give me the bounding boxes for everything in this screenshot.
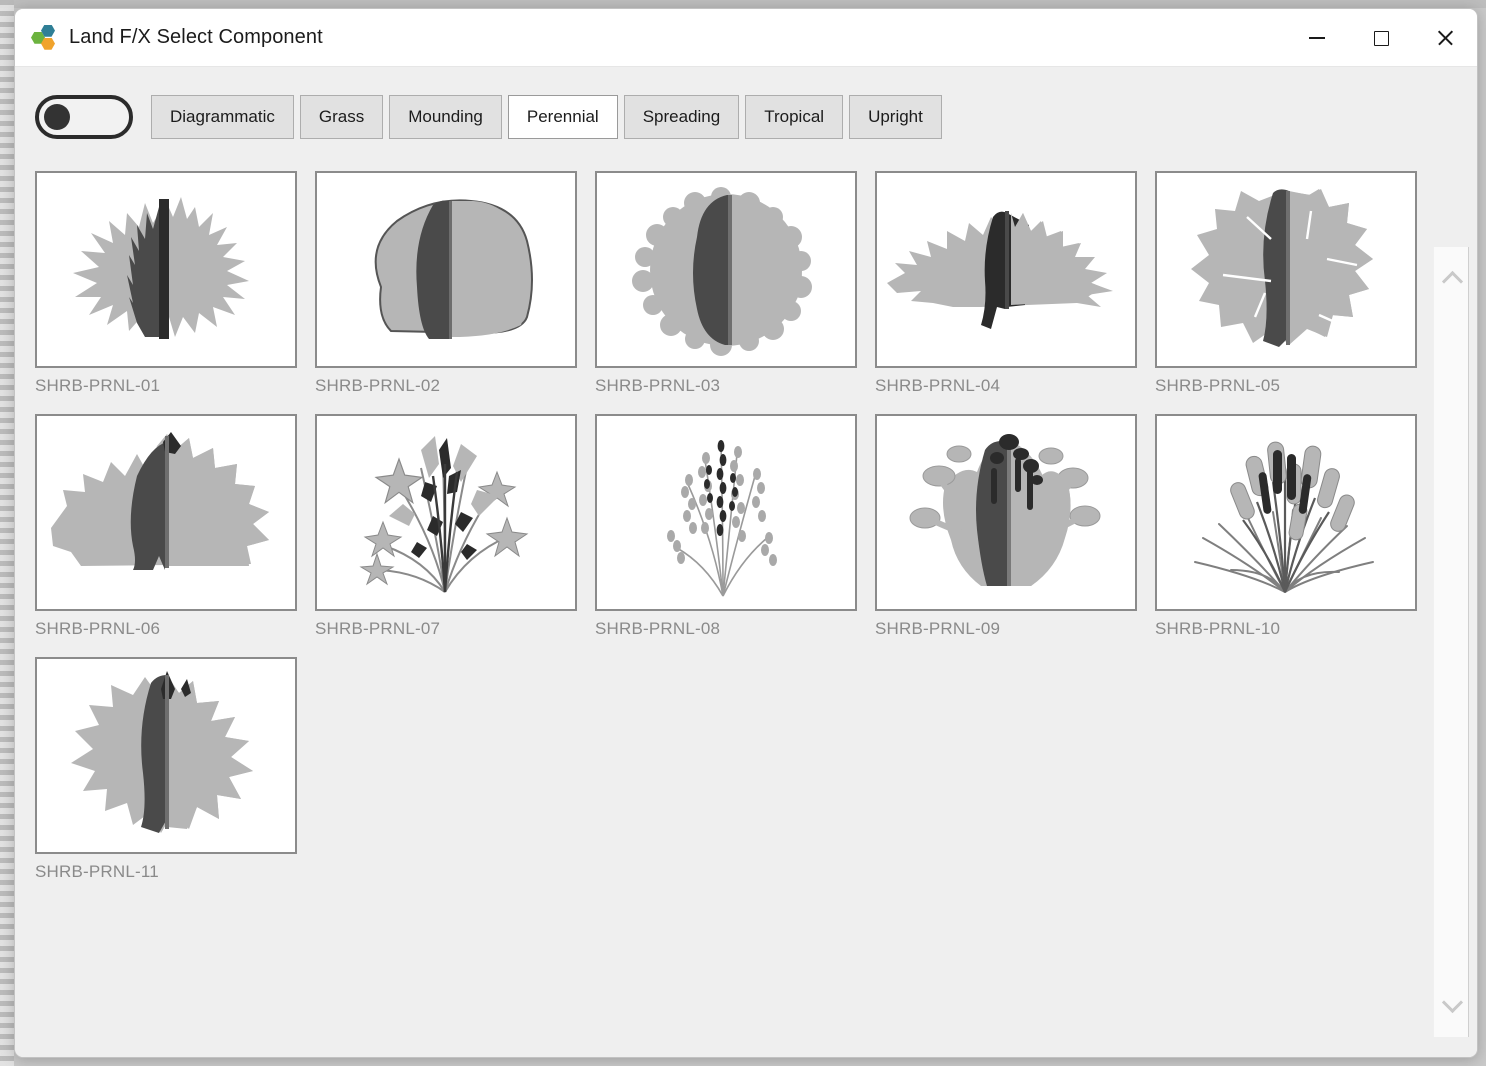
component-cell: SHRB-PRNL-11 <box>35 657 297 882</box>
select-component-window: Land F/X Select Component Diagrammatic G… <box>14 8 1478 1058</box>
scroll-down-button[interactable] <box>1434 985 1470 1025</box>
component-cell: SHRB-PRNL-06 <box>35 414 297 639</box>
component-cell: SHRB-PRNL-04 <box>875 171 1137 396</box>
component-label-09: SHRB-PRNL-09 <box>875 619 1001 638</box>
window-controls <box>1285 9 1477 67</box>
vertical-scrollbar[interactable] <box>1433 247 1469 1037</box>
tab-grass[interactable]: Grass <box>299 95 384 139</box>
close-icon <box>1436 29 1454 47</box>
component-label-04: SHRB-PRNL-04 <box>875 376 1001 395</box>
component-thumbnail-10[interactable] <box>1155 414 1417 611</box>
component-thumbnail-07[interactable] <box>315 414 577 611</box>
maximize-button[interactable] <box>1349 9 1413 67</box>
component-thumbnail-08[interactable] <box>595 414 857 611</box>
component-label-11: SHRB-PRNL-11 <box>35 862 159 881</box>
component-label-03: SHRB-PRNL-03 <box>595 376 721 395</box>
component-cell: SHRB-PRNL-08 <box>595 414 857 639</box>
component-cell: SHRB-PRNL-07 <box>315 414 577 639</box>
component-label-06: SHRB-PRNL-06 <box>35 619 161 638</box>
component-thumbnail-02[interactable] <box>315 171 577 368</box>
maximize-icon <box>1373 30 1389 46</box>
scroll-up-button[interactable] <box>1434 259 1470 299</box>
component-cell: SHRB-PRNL-05 <box>1155 171 1417 396</box>
component-thumbnail-06[interactable] <box>35 414 297 611</box>
component-label-02: SHRB-PRNL-02 <box>315 376 441 395</box>
component-cell: SHRB-PRNL-02 <box>315 171 577 396</box>
component-grid-scroll-region: SHRB-PRNL-01 SHRB-PRNL-02 SHRB-PRNL-03 S… <box>35 171 1439 1031</box>
component-label-08: SHRB-PRNL-08 <box>595 619 721 638</box>
tab-upright[interactable]: Upright <box>849 95 942 139</box>
close-button[interactable] <box>1413 9 1477 67</box>
tab-spreading[interactable]: Spreading <box>623 95 740 139</box>
tab-diagrammatic[interactable]: Diagrammatic <box>151 95 294 139</box>
content-area: Diagrammatic Grass Mounding Perennial Sp… <box>15 67 1477 1057</box>
component-thumbnail-11[interactable] <box>35 657 297 854</box>
component-thumbnail-01[interactable] <box>35 171 297 368</box>
chevron-up-icon <box>1441 270 1463 293</box>
component-label-10: SHRB-PRNL-10 <box>1155 619 1281 638</box>
component-cell: SHRB-PRNL-10 <box>1155 414 1417 639</box>
title-bar[interactable]: Land F/X Select Component <box>15 9 1477 67</box>
backdrop-top-edge <box>0 0 1486 8</box>
component-thumbnail-03[interactable] <box>595 171 857 368</box>
component-thumbnail-05[interactable] <box>1155 171 1417 368</box>
backdrop-left-strip <box>0 0 14 1066</box>
window-title: Land F/X Select Component <box>69 26 323 48</box>
component-cell: SHRB-PRNL-09 <box>875 414 1137 639</box>
landfx-hexagons-logo-icon <box>31 24 57 51</box>
chevron-down-icon <box>1441 991 1463 1014</box>
toggle-knob-icon <box>44 104 70 130</box>
component-label-05: SHRB-PRNL-05 <box>1155 376 1281 395</box>
tab-mounding[interactable]: Mounding <box>389 95 502 139</box>
component-cell: SHRB-PRNL-03 <box>595 171 857 396</box>
component-thumbnail-04[interactable] <box>875 171 1137 368</box>
component-thumbnail-09[interactable] <box>875 414 1137 611</box>
component-cell: SHRB-PRNL-01 <box>35 171 297 396</box>
category-tab-strip: Diagrammatic Grass Mounding Perennial Sp… <box>151 95 942 139</box>
component-label-07: SHRB-PRNL-07 <box>315 619 441 638</box>
mode-toggle-switch[interactable] <box>35 95 133 139</box>
tab-perennial[interactable]: Perennial <box>507 95 618 139</box>
tab-tropical[interactable]: Tropical <box>745 95 844 139</box>
component-grid: SHRB-PRNL-01 SHRB-PRNL-02 SHRB-PRNL-03 S… <box>35 171 1439 882</box>
minimize-button[interactable] <box>1285 9 1349 67</box>
minimize-icon <box>1309 37 1325 39</box>
toolbar: Diagrammatic Grass Mounding Perennial Sp… <box>15 67 1477 139</box>
component-label-01: SHRB-PRNL-01 <box>35 376 161 395</box>
